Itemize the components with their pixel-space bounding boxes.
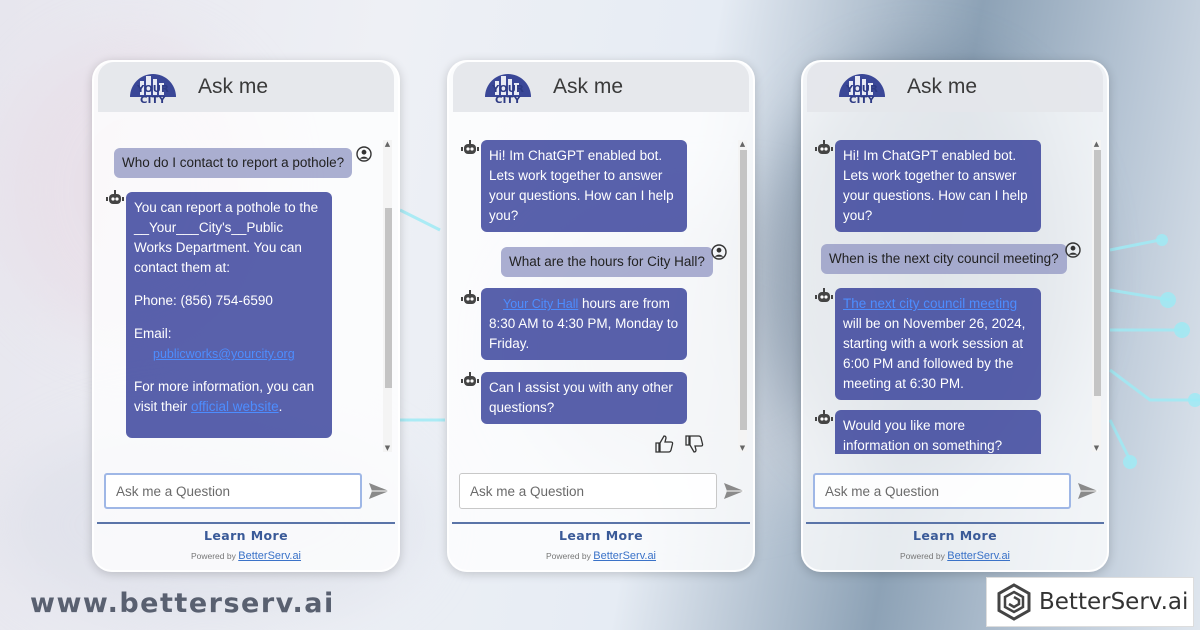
question-input[interactable] [459, 473, 717, 509]
thumbs-up-icon[interactable] [654, 435, 674, 453]
widget-title: Ask me [553, 75, 624, 98]
chat-widget-city-hall: YOUR CITY Ask me Hi! Im ChatGPT enabled … [447, 60, 755, 572]
bot-text: You can report a pothole to the __Your__… [134, 200, 319, 275]
chat-messages[interactable]: Hi! Im ChatGPT enabled bot. Lets work to… [457, 132, 743, 454]
learn-more-link[interactable]: Learn More [803, 528, 1107, 543]
question-input-row [459, 472, 749, 510]
robot-icon [461, 290, 479, 304]
widget-header: YOUR CITY Ask me [98, 62, 394, 112]
powered-by: Powered by BetterServ.ai [94, 550, 398, 562]
widget-header: YOUR CITY Ask me [807, 62, 1103, 112]
powered-prefix: Powered by [190, 551, 236, 561]
robot-icon [106, 190, 124, 204]
logo-text: YOUR CITY [136, 84, 169, 106]
chat-messages[interactable]: Hi! Im ChatGPT enabled bot. Lets work to… [811, 132, 1097, 454]
send-icon[interactable] [368, 481, 390, 501]
bot-message: Can I assist you with any other question… [481, 372, 687, 424]
footer-divider [97, 522, 395, 524]
scroll-up-arrow[interactable]: ▲ [1092, 140, 1101, 148]
widget-title: Ask me [907, 75, 978, 98]
user-message: What are the hours for City Hall? [501, 247, 713, 277]
user-message: Who do I contact to report a pothole? [114, 148, 353, 178]
robot-icon [815, 140, 833, 154]
user-message: When is the next city council meeting? [821, 244, 1067, 274]
user-avatar-icon [356, 146, 372, 162]
robot-icon [815, 288, 833, 302]
scroll-down-arrow[interactable]: ▼ [383, 444, 392, 452]
widget-title: Ask me [198, 75, 269, 98]
chat-widget-pothole: YOUR CITY Ask me Who do I contact to rep… [92, 60, 400, 572]
thumbs-down-icon[interactable] [684, 435, 704, 453]
robot-icon [461, 140, 479, 154]
bot-email-label: Email: [134, 326, 172, 341]
betterserv-link[interactable]: BetterServ.ai [593, 550, 656, 562]
question-input-row [104, 472, 394, 510]
robot-icon [461, 372, 479, 386]
scroll-down-arrow[interactable]: ▼ [1092, 444, 1101, 452]
brand-name: BetterServ.ai [1039, 589, 1189, 615]
betterserv-hexagon-icon [997, 583, 1031, 621]
question-input-row [813, 472, 1103, 510]
bot-phone: Phone: (856) 754-6590 [134, 293, 273, 308]
widget-header: YOUR CITY Ask me [453, 62, 749, 112]
website-url: www.betterserv.ai [30, 588, 335, 619]
chat-scrollbar[interactable]: ▲ ▼ [1092, 140, 1101, 452]
bot-greeting: Hi! Im ChatGPT enabled bot. Lets work to… [835, 140, 1041, 232]
logo-text: YOUR CITY [845, 84, 878, 106]
bot-message: Your City Hall hours are from 8:30 AM to… [481, 288, 687, 360]
brand-logo: BetterServ.ai [986, 577, 1194, 627]
scroll-down-arrow[interactable]: ▼ [738, 444, 747, 452]
your-city-logo: YOUR CITY [124, 67, 182, 107]
feedback-buttons [654, 435, 704, 453]
question-input[interactable] [813, 473, 1071, 509]
official-website-link[interactable]: official website [191, 399, 279, 414]
bot-greeting: Hi! Im ChatGPT enabled bot. Lets work to… [481, 140, 687, 232]
bot-message: The next city council meeting will be on… [835, 288, 1041, 400]
scroll-thumb[interactable] [385, 208, 392, 388]
scroll-up-arrow[interactable]: ▲ [383, 140, 392, 148]
learn-more-link[interactable]: Learn More [94, 528, 398, 543]
footer-divider [806, 522, 1104, 524]
user-avatar-icon [711, 244, 727, 260]
chat-messages[interactable]: Who do I contact to report a pothole? Yo… [102, 132, 388, 454]
scroll-thumb[interactable] [740, 150, 747, 430]
learn-more-link[interactable]: Learn More [449, 528, 753, 543]
bot-message: You can report a pothole to the __Your__… [126, 192, 332, 438]
send-icon[interactable] [1077, 481, 1099, 501]
email-link[interactable]: publicworks@yourcity.org [153, 347, 295, 361]
bot-meeting-text: will be on November 26, 2024, starting w… [843, 316, 1026, 391]
question-input[interactable] [104, 473, 362, 509]
logo-text: YOUR CITY [491, 84, 524, 106]
chat-scrollbar[interactable]: ▲ ▼ [738, 140, 747, 452]
your-city-logo: YOUR CITY [833, 67, 891, 107]
powered-by: Powered by BetterServ.ai [449, 550, 753, 562]
your-city-logo: YOUR CITY [479, 67, 537, 107]
chat-widget-council-meeting: YOUR CITY Ask me Hi! Im ChatGPT enabled … [801, 60, 1109, 572]
betterserv-link[interactable]: BetterServ.ai [947, 550, 1010, 562]
powered-prefix: Powered by [899, 551, 945, 561]
powered-by: Powered by BetterServ.ai [803, 550, 1107, 562]
footer-divider [452, 522, 750, 524]
powered-prefix: Powered by [545, 551, 591, 561]
chat-scrollbar[interactable]: ▲ ▼ [383, 140, 392, 452]
scroll-thumb[interactable] [1094, 150, 1101, 396]
user-avatar-icon [1065, 242, 1081, 258]
bot-message: Would you like more information on somet… [835, 410, 1041, 454]
robot-icon [815, 410, 833, 424]
council-meeting-link[interactable]: The next city council meeting [843, 296, 1017, 311]
bot-more-suffix: . [278, 399, 283, 414]
betterserv-link[interactable]: BetterServ.ai [238, 550, 301, 562]
city-hall-link[interactable]: Your City Hall [489, 297, 578, 311]
scroll-up-arrow[interactable]: ▲ [738, 140, 747, 148]
send-icon[interactable] [723, 481, 745, 501]
